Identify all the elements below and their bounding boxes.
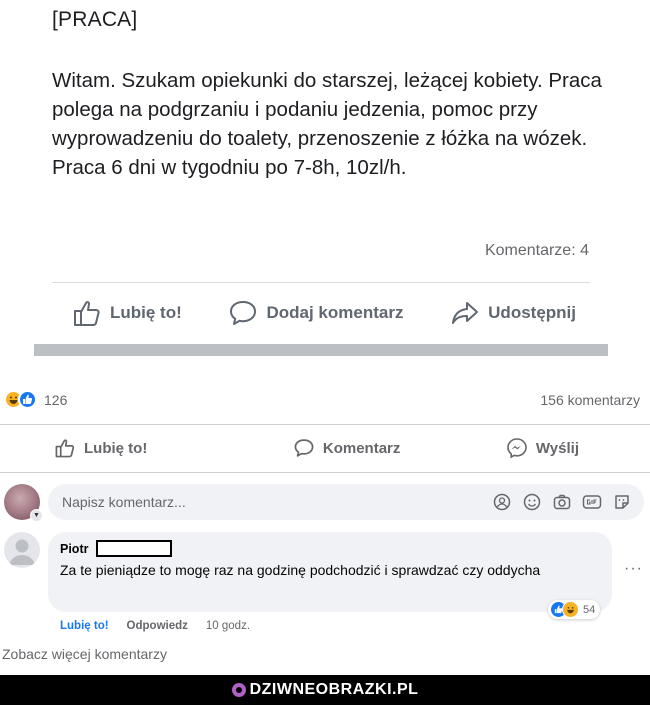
avatar[interactable] <box>4 532 40 568</box>
comment-like-button[interactable]: Lubię to! <box>60 620 109 632</box>
job-post: [PRACA] Witam. Szukam opiekunki do stars… <box>0 0 650 380</box>
emoji-icon[interactable] <box>522 492 542 512</box>
comment-bubble-icon <box>228 299 258 327</box>
haha-icon <box>562 601 579 618</box>
comment-input[interactable] <box>62 494 492 510</box>
add-comment-button[interactable]: Dodaj komentarz <box>228 299 403 327</box>
comment-reactions[interactable]: 54 <box>548 600 601 619</box>
watermark-bar: DZIWNEOBRAZKI.PL <box>0 675 650 705</box>
like-button[interactable]: Lubię to! <box>72 299 182 327</box>
comments-count-link[interactable]: Komentarze: 4 <box>485 242 589 260</box>
comment-label: Dodaj komentarz <box>266 303 404 322</box>
comment-total-link[interactable]: 156 komentarzy <box>540 392 640 408</box>
comment-composer: ▼ <box>4 482 644 522</box>
reply-button[interactable]: Odpowiedz <box>127 620 188 632</box>
post-body: Witam. Szukam opiekunki do starszej, leż… <box>52 69 602 179</box>
like-label: Lubię to! <box>84 439 148 457</box>
thumbs-up-icon <box>54 438 76 458</box>
divider <box>0 472 650 473</box>
thumbs-up-icon <box>72 299 102 327</box>
reaction-count: 126 <box>44 391 68 408</box>
author-name[interactable]: Piotr <box>60 542 88 556</box>
post-action-bar: Lubię to! Komentarz Wyślij <box>54 430 579 466</box>
comment-text: Za te pieniądze to mogę raz na godzinę p… <box>60 562 541 578</box>
camera-icon[interactable] <box>552 492 572 512</box>
post-tag: [PRACA] <box>52 8 138 31</box>
comment-section: 126 156 komentarzy Lubię to! Komentarz W… <box>0 380 650 675</box>
comment-bubble-icon <box>293 438 315 458</box>
share-label: Udostępnij <box>488 303 576 322</box>
like-label: Lubię to! <box>110 303 182 322</box>
divider <box>52 282 590 283</box>
sticker-icon[interactable] <box>612 492 632 512</box>
gif-icon[interactable] <box>582 492 602 512</box>
share-button[interactable]: Udostępnij <box>450 299 576 327</box>
post-action-bar: Lubię to! Dodaj komentarz Udostępnij <box>52 295 590 331</box>
comment-actions: Lubię to! Odpowiedz 10 godz. <box>60 620 250 632</box>
separator-bar <box>34 344 608 356</box>
site-logo-icon <box>231 683 246 697</box>
reactions-summary[interactable]: 126 <box>4 390 67 409</box>
send-label: Wyślij <box>535 439 579 457</box>
avatar-sticker-icon[interactable] <box>492 492 512 512</box>
comment-bubble: Piotr Za te pieniądze to mogę raz na god… <box>48 532 612 612</box>
comment-input-box <box>48 484 644 520</box>
messenger-icon <box>506 437 528 459</box>
watermark-text: DZIWNEOBRAZKI.PL <box>249 681 419 698</box>
comment-author[interactable]: Piotr <box>60 540 600 557</box>
more-options-icon[interactable]: ··· <box>624 560 643 578</box>
redaction-box <box>96 540 173 557</box>
see-more-comments-link[interactable]: Zobacz więcej komentarzy <box>2 646 167 662</box>
watermark: DZIWNEOBRAZKI.PL <box>231 681 419 699</box>
send-button[interactable]: Wyślij <box>506 437 579 459</box>
like-button[interactable]: Lubię to! <box>54 438 147 458</box>
chevron-down-icon[interactable]: ▼ <box>30 509 43 522</box>
like-icon <box>18 390 37 409</box>
share-arrow-icon <box>450 299 480 327</box>
comment-timestamp[interactable]: 10 godz. <box>206 620 250 632</box>
comment-reaction-count: 54 <box>583 603 596 616</box>
divider <box>0 424 650 425</box>
comment-button[interactable]: Komentarz <box>293 438 401 458</box>
composer-icons <box>492 492 632 512</box>
comment-label: Komentarz <box>322 439 401 457</box>
avatar[interactable]: ▼ <box>4 484 43 522</box>
